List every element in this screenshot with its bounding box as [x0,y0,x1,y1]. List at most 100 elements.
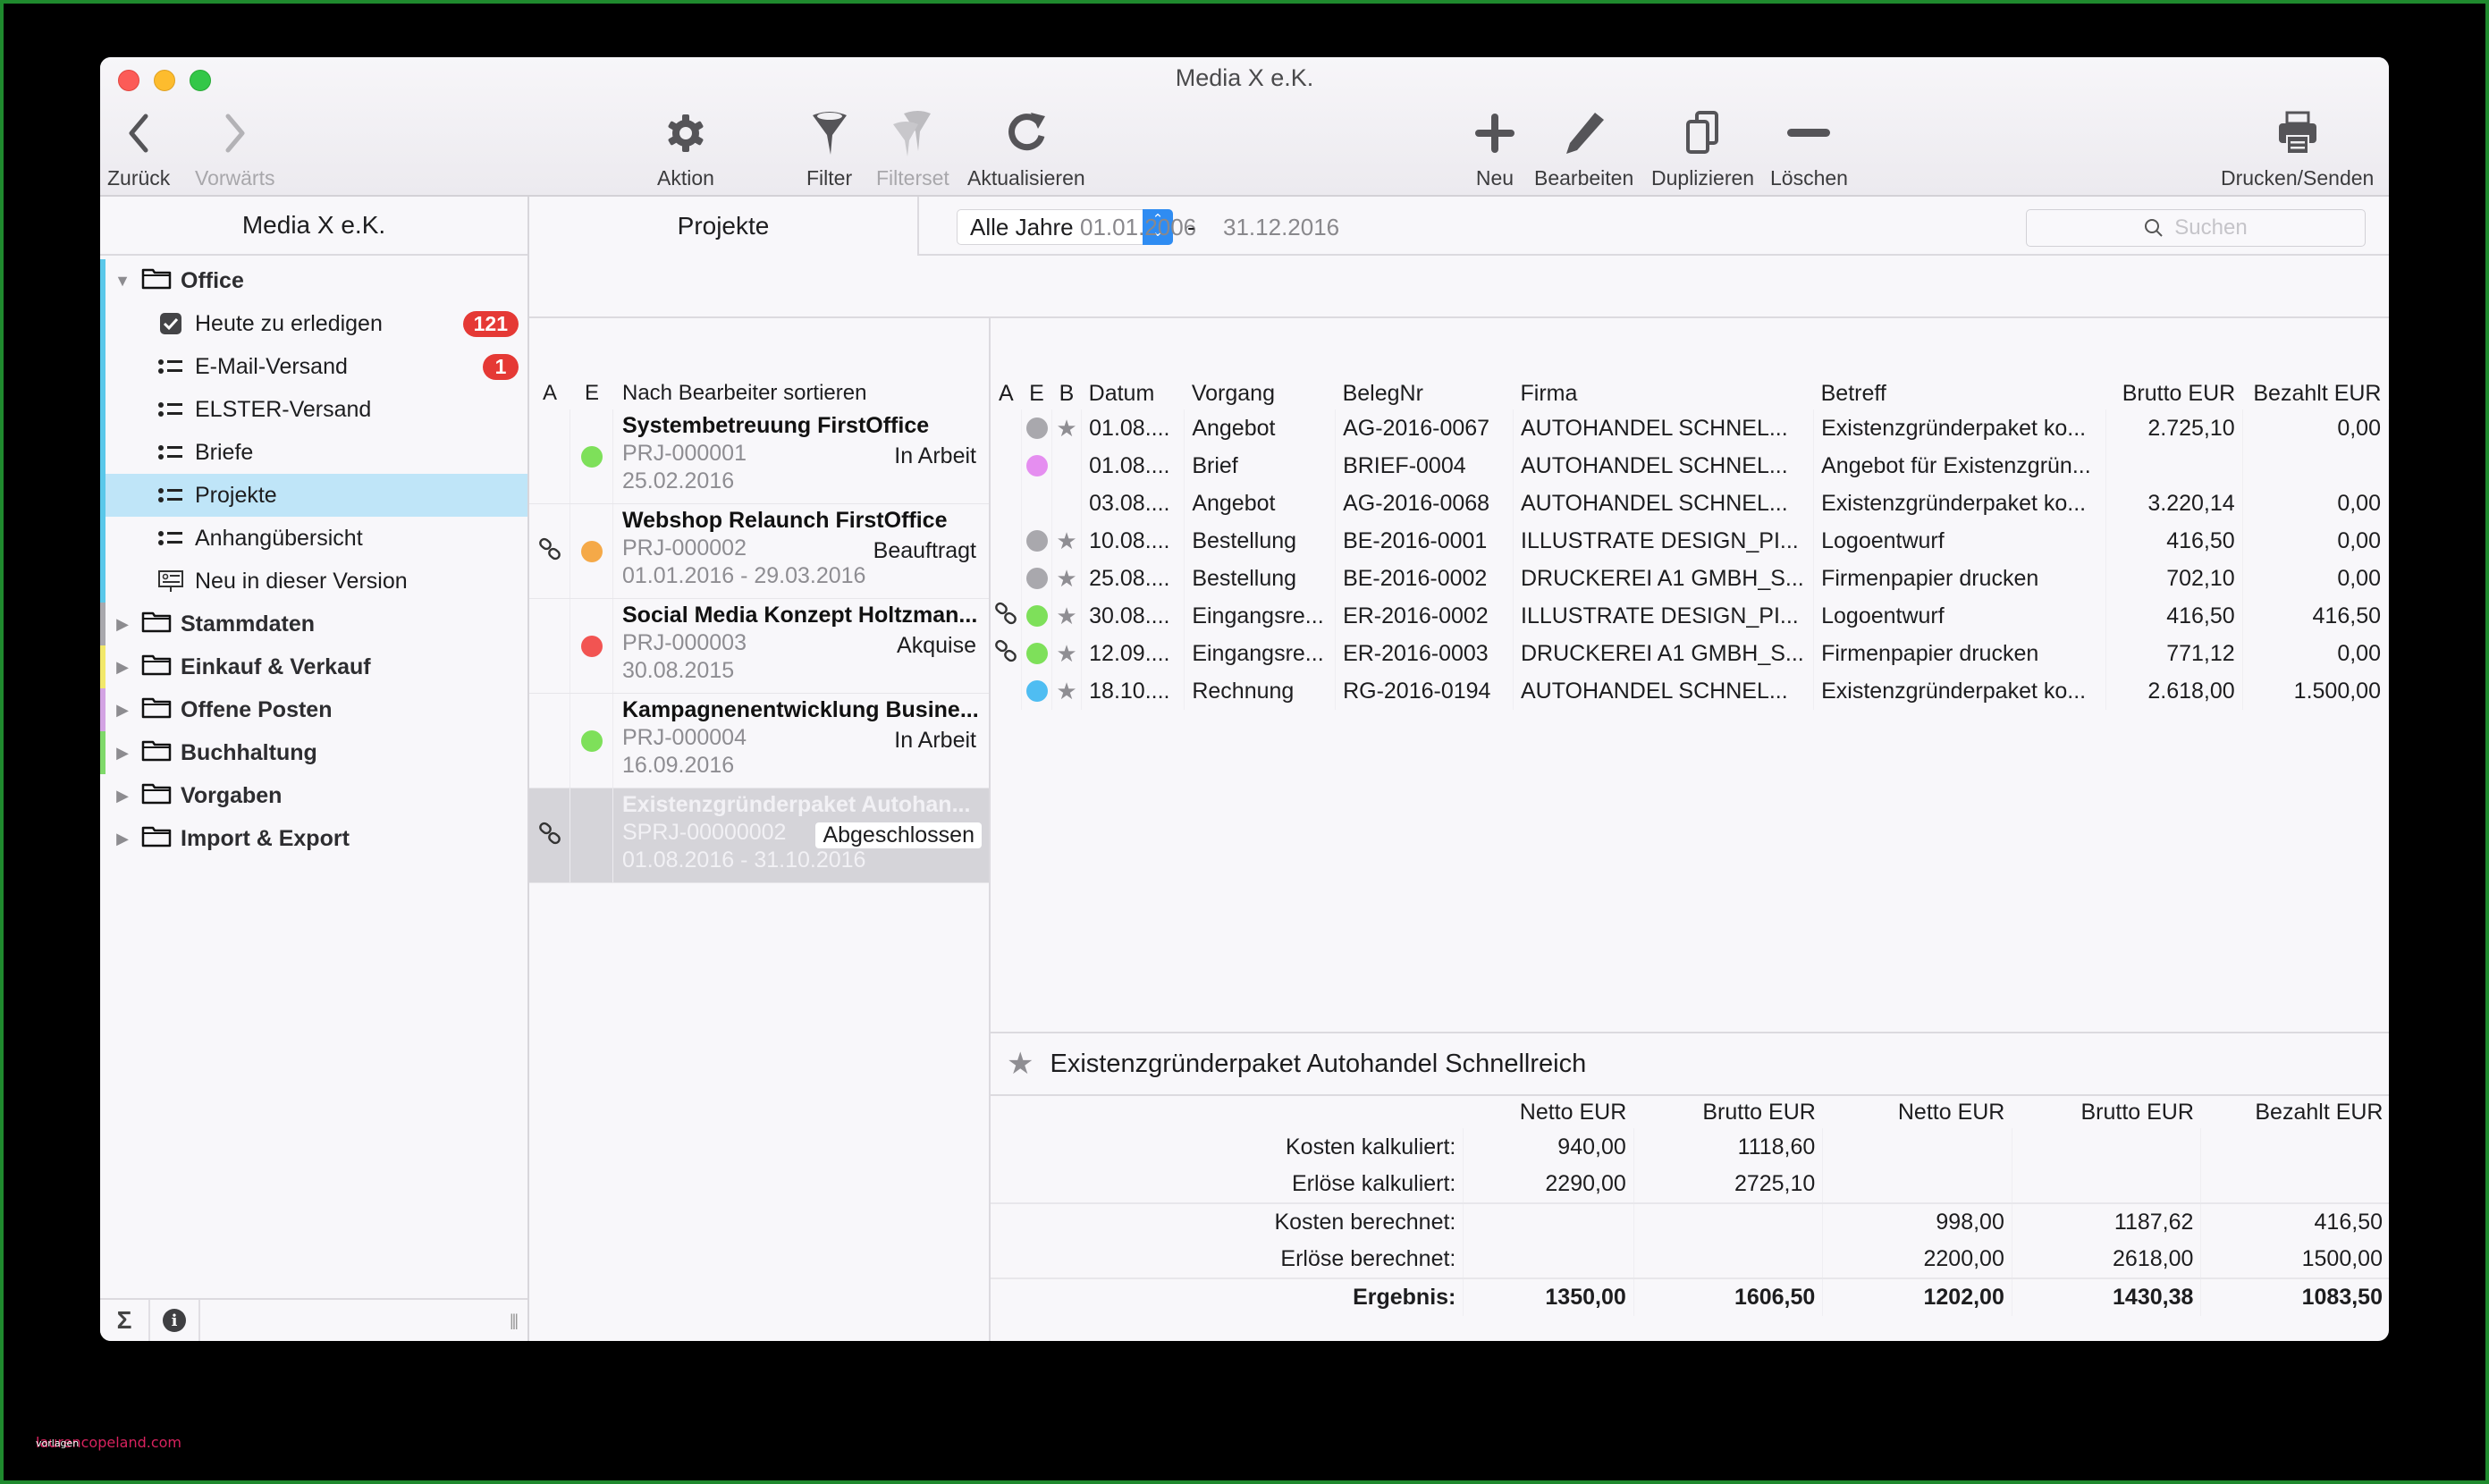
status-cell [1021,409,1052,447]
attachment-cell [991,447,1023,485]
refresh-button[interactable]: Aktualisieren [967,107,1085,190]
sidebar-item-neu-in-dieser-version[interactable]: Neu in dieser Version [100,560,527,603]
group-color-stripe [100,645,105,688]
back-button[interactable]: Zurück [107,107,170,190]
link-icon [994,602,1017,630]
print-send-button[interactable]: Drucken/Senden [2221,107,2374,190]
column-header-bezahlt-eur[interactable]: Bezahlt EUR [2242,377,2388,409]
cell-date: 18.10.... [1081,672,1185,710]
disclosure-right-icon[interactable]: ▶ [109,658,136,677]
duplicate-icon [1684,107,1722,159]
search-input[interactable]: Suchen [2026,209,2366,247]
projects-list-header: A E Nach Bearbeiter sortieren [529,377,989,409]
column-header-brutto-eur[interactable]: Brutto EUR [2105,377,2242,409]
cell-number: BRIEF-0004 [1335,447,1514,485]
summary-row-label: Erlöse berechnet: [991,1241,1464,1278]
star-icon[interactable]: ★ [1007,1046,1034,1082]
delete-button[interactable]: Löschen [1770,107,1848,190]
sidebar-item-label: Projekte [195,482,277,508]
sidebar-item-elster-versand[interactable]: ELSTER-Versand [100,388,527,431]
status-dot-icon [1025,643,1048,664]
project-row[interactable]: Social Media Konzept Holtzman... PRJ-0000… [529,599,989,694]
cell-number: BE-2016-0002 [1335,560,1514,597]
edit-button[interactable]: Bearbeiten [1534,107,1633,190]
sidebar-group-vorgaben[interactable]: ▶ Vorgaben [100,774,527,817]
document-row[interactable]: 01.08.... Brief BRIEF-0004 AUTOHANDEL SCHNE… [991,447,2389,485]
watermark: laurencopeland.com vorlagen [36,1434,181,1451]
project-title: Systembetreuung FirstOffice [622,413,930,438]
summary-title: Existenzgründerpaket Autohandel Schnellr… [1050,1049,1587,1078]
column-header-e[interactable]: E [570,381,613,406]
disclosure-right-icon[interactable]: ▶ [109,744,136,763]
sidebar-item-heute-zu-erledigen[interactable]: Heute zu erledigen 121 [100,302,527,345]
document-row[interactable]: ★ 12.09.... Eingangsre... ER-2016-0003 DRUCK… [991,635,2389,672]
project-title: Webshop Relaunch FirstOffice [622,508,948,533]
cell-subject: Logoentwurf [1813,597,2106,635]
column-header-belegnr[interactable]: BelegNr [1336,377,1514,409]
disclosure-down-icon[interactable]: ▼ [109,272,136,291]
column-header-firma[interactable]: Firma [1514,377,1814,409]
sidebar-item-briefe[interactable]: Briefe [100,431,527,474]
cell-number: RG-2016-0194 [1335,672,1514,710]
forward-button[interactable]: Vorwärts [195,107,274,190]
date-from-field[interactable]: 01.01.2006 [1080,209,1196,245]
cell-number: AG-2016-0068 [1335,485,1514,522]
print-send-label: Drucken/Senden [2221,166,2375,190]
info-button[interactable]: i [150,1300,200,1341]
duplicate-button[interactable]: Duplizieren [1651,107,1754,190]
sidebar-group-offene-posten[interactable]: ▶ Offene Posten [100,688,527,731]
watermark-subtext: vorlagen [36,1438,80,1449]
sidebar-group-label: Stammdaten [181,611,316,637]
sidebar-item-e-mail-versand[interactable]: E-Mail-Versand 1 [100,345,527,388]
sort-by-editor-header[interactable]: Nach Bearbeiter sortieren [613,381,866,406]
project-row[interactable]: Webshop Relaunch FirstOffice PRJ-000002 Be… [529,504,989,599]
group-color-stripe [100,731,105,774]
column-header-betreff[interactable]: Betreff [1814,377,2106,409]
column-header-a[interactable]: A [991,377,1022,409]
summary-column-header: Brutto EUR [2080,1099,2194,1125]
project-row[interactable]: Kampagnenentwicklung Busine... PRJ-000004… [529,694,989,788]
sidebar-group-einkauf-verkauf[interactable]: ▶ Einkauf & Verkauf [100,645,527,688]
document-row[interactable]: 03.08.... Angebot AG-2016-0068 AUTOHANDEL S… [991,485,2389,522]
sidebar-item-anhangübersicht[interactable]: Anhangübersicht [100,517,527,560]
disclosure-right-icon[interactable]: ▶ [109,615,136,634]
sidebar-item-label: E-Mail-Versand [195,353,348,379]
cell-gross [2105,447,2243,485]
delete-label: Löschen [1770,166,1848,190]
column-header-e[interactable]: E [1022,377,1052,409]
status-dot-icon [1025,680,1048,702]
column-header-datum[interactable]: Datum [1082,377,1185,409]
new-button[interactable]: Neu [1473,107,1516,190]
cell-company: AUTOHANDEL SCHNEL... [1513,447,1815,485]
sidebar-group-office[interactable]: ▼ Office [100,259,527,302]
status-cell [570,788,613,882]
column-header-a[interactable]: A [529,381,570,406]
date-to-field[interactable]: 31.12.2016 [1223,209,1339,245]
sidebar-item-label: ELSTER-Versand [195,396,372,422]
project-row[interactable]: Existenzgründerpaket Autohan... SPRJ-0000… [529,788,989,883]
disclosure-right-icon[interactable]: ▶ [109,830,136,848]
sidebar-item-projekte[interactable]: Projekte [100,474,527,517]
disclosure-right-icon[interactable]: ▶ [109,701,136,720]
column-header-vorgang[interactable]: Vorgang [1185,377,1336,409]
document-row[interactable]: ★ 30.08.... Eingangsre... ER-2016-0002 ILLUS… [991,597,2389,635]
summary-value: 1083,50 [2200,1277,2389,1316]
resize-grip-icon[interactable]: ||| [510,1311,519,1330]
filterset-button[interactable]: Filterset [876,107,949,190]
sidebar-group-import-export[interactable]: ▶ Import & Export [100,817,527,860]
disclosure-right-icon[interactable]: ▶ [109,787,136,805]
sum-button[interactable]: Σ [100,1300,150,1341]
project-date: 01.01.2016 - 29.03.2016 [622,563,866,588]
sidebar-group-label: Vorgaben [181,782,283,808]
project-row[interactable]: Systembetreuung FirstOffice PRJ-000001 In … [529,409,989,504]
column-header-b[interactable]: B [1051,377,1081,409]
document-row[interactable]: ★ 01.08.... Angebot AG-2016-0067 AUTOHANDEL … [991,409,2389,447]
action-button[interactable]: Aktion [657,107,714,190]
filter-button[interactable]: Filter [806,107,852,190]
document-row[interactable]: ★ 18.10.... Rechnung RG-2016-0194 AUTOHANDEL… [991,672,2389,710]
funnels-icon [888,107,938,159]
sidebar-group-stammdaten[interactable]: ▶ Stammdaten [100,603,527,645]
document-row[interactable]: ★ 10.08.... Bestellung BE-2016-0001 ILLUSTRA… [991,522,2389,560]
document-row[interactable]: ★ 25.08.... Bestellung BE-2016-0002 DRUCKERE… [991,560,2389,597]
sidebar-group-buchhaltung[interactable]: ▶ Buchhaltung [100,731,527,774]
